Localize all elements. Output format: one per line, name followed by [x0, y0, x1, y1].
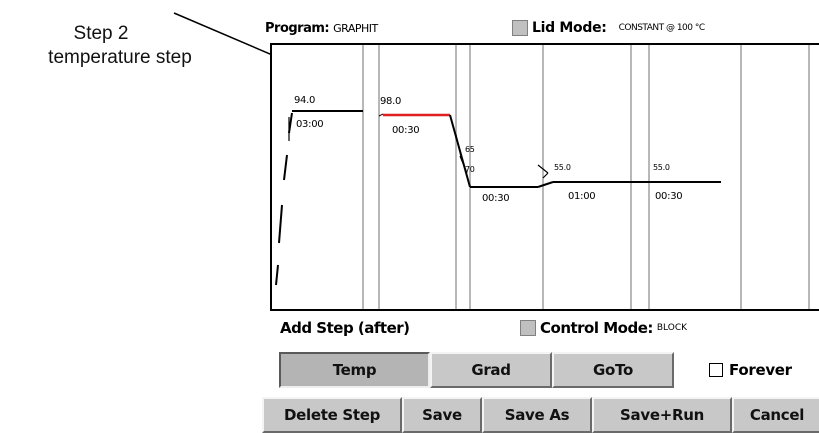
- save-button[interactable]: Save: [402, 397, 482, 433]
- lid-mode-toggle-icon[interactable]: [512, 20, 528, 36]
- step-2-time: 00:30: [392, 125, 420, 136]
- step-4-time: 01:00: [568, 191, 596, 202]
- control-mode-label: Control Mode:: [540, 319, 653, 337]
- forever-checkbox[interactable]: [709, 363, 723, 377]
- step-1-time: 03:00: [296, 119, 324, 130]
- step-3-temp: 70: [465, 165, 475, 174]
- forever-label: Forever: [729, 361, 792, 379]
- grad-button[interactable]: Grad: [430, 352, 552, 388]
- control-mode-value: BLOCK: [656, 323, 688, 333]
- add-step-label: Add Step (after): [280, 319, 410, 337]
- program-name-header: Program: GRAPHIT: [265, 21, 378, 36]
- save-run-button[interactable]: Save+Run: [592, 397, 732, 433]
- control-mode-control[interactable]: Control Mode: BLOCK: [520, 319, 687, 337]
- temp-button[interactable]: Temp: [279, 352, 430, 388]
- step-3-time: 00:30: [482, 193, 510, 204]
- lid-mode-label: Lid Mode:: [532, 20, 607, 36]
- program-name: GRAPHIT: [333, 22, 378, 35]
- control-mode-toggle-icon[interactable]: [520, 320, 536, 336]
- forever-option[interactable]: Forever: [709, 361, 792, 379]
- step-3-ramp-label: 65: [465, 145, 475, 154]
- step-5-temp: 55.0: [653, 163, 670, 172]
- step-1-temp: 94.0: [294, 95, 316, 106]
- delete-step-button[interactable]: Delete Step: [262, 397, 402, 433]
- lid-mode-value: CONSTANT @ 100 °C: [618, 23, 706, 33]
- step-2-temp: 98.0: [380, 96, 402, 107]
- action-buttons: Delete Step Save Save As Save+Run Cancel: [262, 397, 819, 433]
- program-label: Program:: [265, 21, 330, 36]
- protocol-graph[interactable]: 94.0 03:00 98.0 00:30 65 70 00:30 55.0 0…: [270, 43, 819, 311]
- save-as-button[interactable]: Save As: [482, 397, 592, 433]
- step-dividers: [362, 45, 810, 309]
- step-type-buttons: Temp Grad GoTo: [279, 352, 674, 388]
- goto-button[interactable]: GoTo: [552, 352, 674, 388]
- cancel-button[interactable]: Cancel: [732, 397, 819, 433]
- step-5-time: 00:30: [655, 191, 683, 202]
- lid-mode-control[interactable]: Lid Mode: CONSTANT @ 100 °C: [512, 20, 705, 36]
- step-4-temp: 55.0: [554, 163, 571, 172]
